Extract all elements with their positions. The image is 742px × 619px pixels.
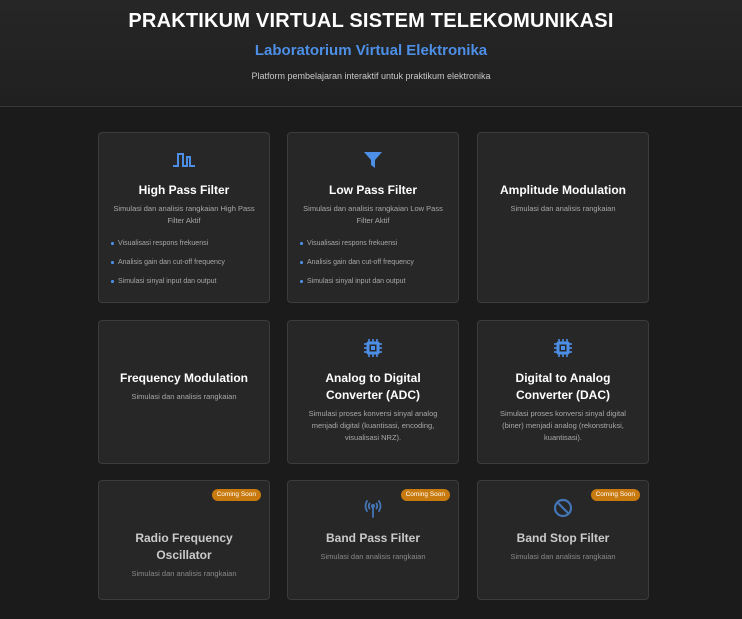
card-description: Simulasi dan analisis rangkaian [510,204,616,213]
card-low-pass-filter[interactable]: Low Pass Filter Simulasi dan analisis ra… [287,132,459,303]
card-description: Simulasi dan analisis rangkaian [510,552,616,561]
square-wave-icon [99,149,269,171]
page-subtitle: Laboratorium Virtual Elektronika [254,42,488,59]
page-description: Platform pembelajaran interaktif untuk p… [251,71,491,81]
card-band-pass-filter[interactable]: Coming Soon Band Pass Filter Simulasi da… [287,480,459,600]
broadcast-tower-icon [288,497,458,519]
card-description: Simulasi proses konversi sinyal digital … [500,409,626,442]
card-radio-frequency-oscillator[interactable]: Coming Soon Radio Frequency Oscillator S… [98,480,270,600]
list-item: Simulasi sinyal input dan output [300,277,450,296]
list-item: Analisis gain dan cut-off frequency [300,258,450,277]
card-title: Band Stop Filter [516,531,610,545]
feature-list: Visualisasi respons frekuensi Analisis g… [300,239,450,296]
card-description: Simulasi dan analisis rangkaian Low Pass… [303,204,443,225]
card-description: Simulasi dan analisis rangkaian [131,392,237,401]
list-item: Simulasi sinyal input dan output [111,277,261,296]
card-title: Radio Frequency Oscillator [135,531,233,562]
list-item: Visualisasi respons frekuensi [111,239,261,258]
card-title: Digital to Analog Converter (DAC) [515,371,611,402]
ban-icon [478,497,648,519]
card-band-stop-filter[interactable]: Coming Soon Band Stop Filter Simulasi da… [477,480,649,600]
card-title: High Pass Filter [138,183,230,197]
card-amplitude-modulation[interactable]: Amplitude Modulation Simulasi dan analis… [477,132,649,303]
card-description: Simulasi proses konversi sinyal analog m… [308,409,438,442]
microchip-icon [288,337,458,359]
card-description: Simulasi dan analisis rangkaian [131,569,237,578]
card-title: Analog to Digital Converter (ADC) [325,371,421,402]
coming-soon-badge: Coming Soon [211,489,261,501]
card-title: Low Pass Filter [328,183,418,197]
card-frequency-modulation[interactable]: Frequency Modulation Simulasi dan analis… [98,320,270,464]
microchip-icon [478,337,648,359]
card-title: Amplitude Modulation [500,183,626,197]
card-description: Simulasi dan analisis rangkaian High Pas… [113,204,255,225]
card-title: Band Pass Filter [325,531,421,545]
list-item: Visualisasi respons frekuensi [300,239,450,258]
page-header: PRAKTIKUM VIRTUAL SISTEM TELEKOMUNIKASI … [0,0,742,107]
feature-list: Visualisasi respons frekuensi Analisis g… [111,239,261,296]
filter-funnel-icon [288,149,458,171]
card-dac[interactable]: Digital to Analog Converter (DAC) Simula… [477,320,649,464]
card-description: Simulasi dan analisis rangkaian [320,552,426,561]
list-item: Analisis gain dan cut-off frequency [111,258,261,277]
page-title: PRAKTIKUM VIRTUAL SISTEM TELEKOMUNIKASI [128,10,614,32]
card-adc[interactable]: Analog to Digital Converter (ADC) Simula… [287,320,459,464]
card-high-pass-filter[interactable]: High Pass Filter Simulasi dan analisis r… [98,132,270,303]
card-title: Frequency Modulation [119,371,248,385]
